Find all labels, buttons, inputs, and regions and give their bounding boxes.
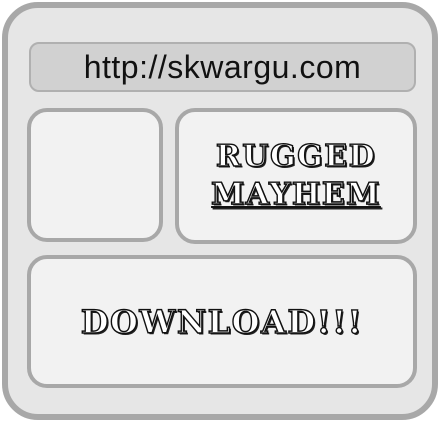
site-title: RUGGED MAYHEM (210, 138, 381, 214)
download-label: DOWNLOAD!!! (80, 302, 364, 341)
site-title-line-2: MAYHEM (210, 176, 381, 212)
title-panel: RUGGED MAYHEM (175, 108, 417, 244)
site-title-line-1: RUGGED (215, 138, 377, 174)
image-placeholder-panel (27, 108, 163, 242)
address-bar[interactable]: http://skwargu.com (29, 42, 416, 92)
url-text: http://skwargu.com (83, 48, 362, 85)
download-button[interactable]: DOWNLOAD!!! (27, 255, 417, 388)
